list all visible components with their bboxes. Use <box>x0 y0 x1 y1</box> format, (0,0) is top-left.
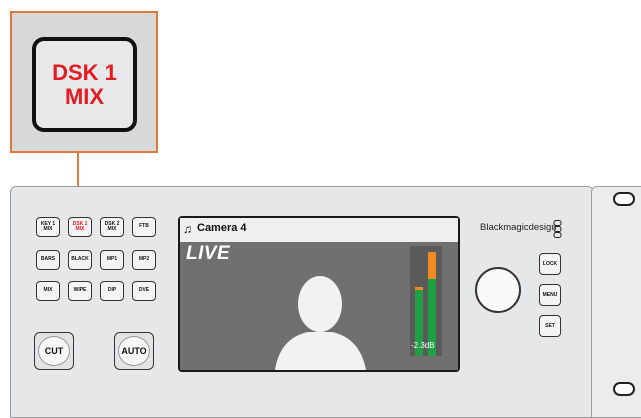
meter-left-orange <box>415 286 423 290</box>
key-label: MIX <box>75 226 85 232</box>
key-label: DIP <box>107 287 117 294</box>
ftb-button[interactable]: FTB <box>132 217 156 237</box>
lcd-source-title: Camera 4 <box>197 222 247 234</box>
key-label: BLACK <box>71 256 89 263</box>
callout-line2: MIX <box>64 83 105 109</box>
mp1-button[interactable]: MP1 <box>100 250 124 270</box>
menu-button[interactable]: MENU <box>539 284 561 306</box>
wipe-button[interactable]: WIPE <box>68 281 92 301</box>
bars-button[interactable]: BARS <box>36 250 60 270</box>
lock-button[interactable]: LOCK <box>539 253 561 275</box>
key1-mix-button[interactable]: KEY 1 MIX <box>36 217 60 237</box>
control-knob[interactable] <box>475 267 521 313</box>
dsk2-mix-button[interactable]: DSK 2 MIX <box>100 217 124 237</box>
callout-line1: DSK 1 <box>52 59 117 85</box>
music-note-icon: ♫ <box>183 222 192 236</box>
cut-button[interactable]: CUT <box>34 332 74 370</box>
set-button[interactable]: SET <box>539 315 561 337</box>
mix-transition-button[interactable]: MIX <box>36 281 60 301</box>
key-label: MENU <box>542 292 558 298</box>
auto-button[interactable]: AUTO <box>114 332 154 370</box>
key-label: LOCK <box>542 261 558 267</box>
zoom-callout: DSK 1 MIX <box>10 11 158 153</box>
rack-hole-bottom <box>613 382 635 396</box>
dip-button[interactable]: DIP <box>100 281 124 301</box>
key-label: SET <box>545 323 555 329</box>
live-indicator: LIVE <box>186 243 231 264</box>
key-label: MP2 <box>138 256 150 263</box>
audio-level-label: -2.3dB <box>411 341 435 350</box>
cut-label: CUT <box>38 336 70 366</box>
dve-button[interactable]: DVE <box>132 281 156 301</box>
brand-logo-text: Blackmagicdesign <box>480 222 557 233</box>
black-button[interactable]: BLACK <box>68 250 92 270</box>
key-label: MIX <box>107 226 117 232</box>
key-label: MIX <box>43 226 53 232</box>
meter-right-orange <box>428 251 436 279</box>
key-label: MIX <box>43 287 53 294</box>
dsk1-mix-button[interactable]: DSK 1 MIX <box>68 217 92 237</box>
key-label: BARS <box>40 256 56 263</box>
mp2-button[interactable]: MP2 <box>132 250 156 270</box>
key-label: FTB <box>139 223 149 230</box>
callout-dsk1-mix-button: DSK 1 MIX <box>32 37 137 132</box>
key-label: WIPE <box>73 287 87 294</box>
rack-hole-top <box>613 192 635 206</box>
brand-logo-icon <box>553 220 562 238</box>
key-label: MP1 <box>106 256 118 263</box>
key-label: DVE <box>138 287 150 294</box>
auto-label: AUTO <box>118 336 150 366</box>
